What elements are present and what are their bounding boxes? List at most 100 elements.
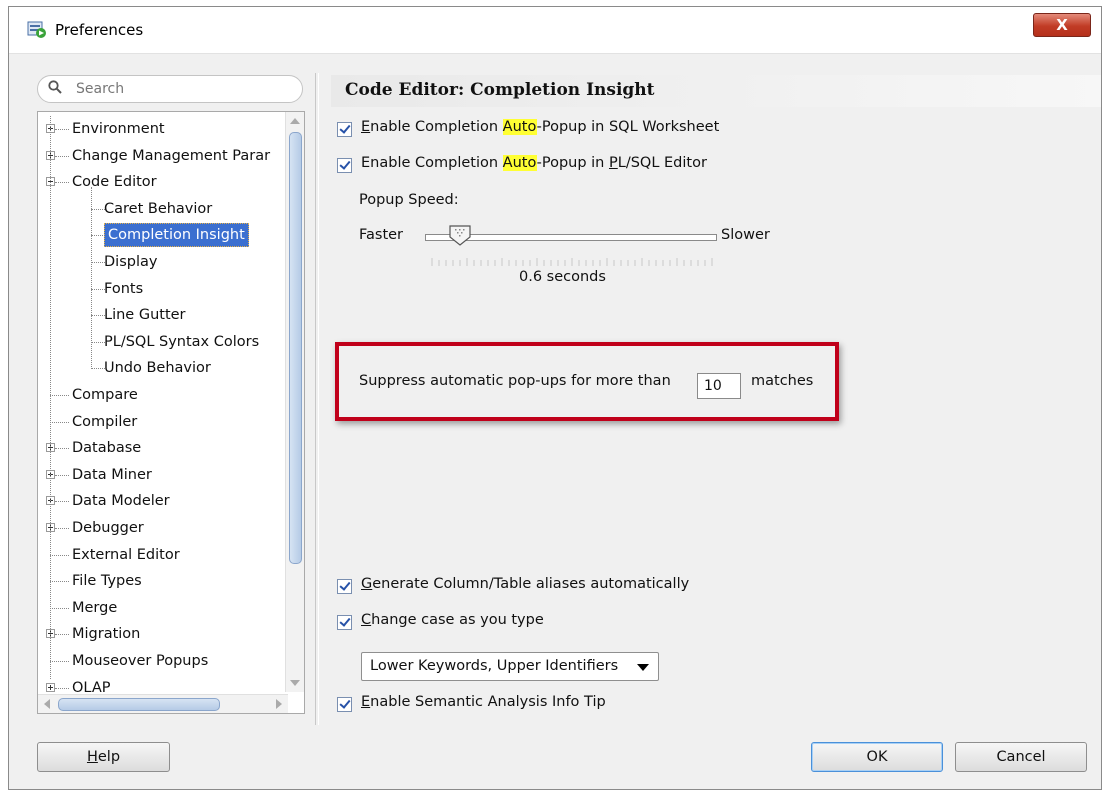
tree-item[interactable]: Completion Insight xyxy=(38,222,288,248)
semantic-analysis-checkbox[interactable] xyxy=(337,697,352,712)
tree-item[interactable]: OLAP xyxy=(38,675,288,692)
auto-popup-sql-worksheet-checkbox[interactable] xyxy=(337,122,352,137)
tree-horizontal-scrollbar[interactable] xyxy=(38,694,288,713)
tree-item-label: Compiler xyxy=(72,413,138,430)
preferences-tree: Environment Change Management Parar Code E… xyxy=(37,111,305,714)
slider-ticks xyxy=(431,258,713,266)
semantic-analysis-label: Enable Semantic Analysis Info Tip xyxy=(361,694,606,710)
tree-guide-line xyxy=(50,116,51,679)
tree-item[interactable]: Line Gutter xyxy=(38,302,288,328)
ok-button[interactable]: OK xyxy=(811,742,943,772)
scroll-left-icon[interactable] xyxy=(44,699,50,709)
tree-item-label: File Types xyxy=(72,573,142,590)
tree-item[interactable]: Code Editor xyxy=(38,169,288,195)
tree-connector xyxy=(50,607,69,609)
expand-icon[interactable] xyxy=(46,682,55,692)
tree-item-label-selected: Completion Insight xyxy=(104,223,249,248)
tree-guide-line xyxy=(91,187,92,370)
tree-item-label: Migration xyxy=(72,626,141,643)
tree-item-label: Data Modeler xyxy=(72,493,170,510)
tree-item[interactable]: File Types xyxy=(38,568,288,594)
pane-divider[interactable] xyxy=(315,73,319,725)
tree-vertical-scrollbar[interactable] xyxy=(285,112,304,692)
tree-connector xyxy=(91,262,105,263)
panel-header: Code Editor: Completion Insight xyxy=(331,75,1101,107)
tree-connector xyxy=(50,554,69,556)
tree-connector xyxy=(50,661,69,662)
auto-popup-plsql-editor-checkbox[interactable] xyxy=(337,158,352,173)
tree-item-label: Fonts xyxy=(104,280,144,297)
tree-connector xyxy=(55,687,69,689)
change-case-checkbox[interactable] xyxy=(337,615,352,630)
tree-item[interactable]: Database xyxy=(38,435,288,461)
tree-connector xyxy=(50,421,69,423)
tree-connector xyxy=(91,315,105,317)
tree-item[interactable]: Caret Behavior xyxy=(38,196,288,222)
help-button[interactable]: Help xyxy=(37,742,170,772)
generate-aliases-checkbox[interactable] xyxy=(337,579,352,594)
tree-item[interactable]: Compiler xyxy=(38,409,288,435)
tree-item[interactable]: Mouseover Popups xyxy=(38,648,288,674)
chevron-down-icon xyxy=(637,664,649,671)
tree-item[interactable]: Data Miner xyxy=(38,462,288,488)
suppress-popups-label: Suppress automatic pop-ups for more than xyxy=(359,373,671,389)
tree-rows: Environment Change Management Parar Code E… xyxy=(38,112,288,692)
tree-connector xyxy=(55,474,69,476)
tree-item-label: PL/SQL Syntax Colors xyxy=(104,333,260,350)
search-icon xyxy=(48,80,62,94)
tree-connector xyxy=(91,208,105,210)
suppress-popups-count-input[interactable]: 10 xyxy=(697,373,741,399)
tree-item-label: Code Editor xyxy=(72,174,157,191)
tree-item[interactable]: Environment xyxy=(38,116,288,142)
tree-item-label: Undo Behavior xyxy=(104,360,211,377)
faster-label: Faster xyxy=(359,227,404,243)
tree-item-label: Debugger xyxy=(72,520,144,536)
tree-item-label: Line Gutter xyxy=(104,307,186,324)
tree-item-label: OLAP xyxy=(72,679,111,692)
tree-connector xyxy=(50,581,69,583)
close-button[interactable]: X xyxy=(1033,13,1091,37)
tree-item[interactable]: External Editor xyxy=(38,542,288,568)
slower-label: Slower xyxy=(721,227,770,243)
vertical-scroll-thumb[interactable] xyxy=(289,132,302,564)
tree-connector xyxy=(55,634,69,636)
tree-item[interactable]: Compare xyxy=(38,382,288,408)
case-mode-dropdown[interactable]: Lower Keywords, Upper Identifiers xyxy=(361,652,659,681)
page-title: Code Editor: Completion Insight xyxy=(345,80,655,100)
tree-connector xyxy=(91,288,105,290)
tree-item[interactable]: PL/SQL Syntax Colors xyxy=(38,329,288,355)
scroll-down-icon[interactable] xyxy=(290,680,300,686)
tree-connector xyxy=(91,341,105,343)
auto-popup-plsql-editor-label: Enable Completion Auto-Popup in PL/SQL E… xyxy=(361,155,707,171)
tree-connector xyxy=(55,129,69,130)
tree-item[interactable]: Merge xyxy=(38,595,288,621)
scroll-up-icon[interactable] xyxy=(290,118,300,124)
tree-item[interactable]: Debugger xyxy=(38,515,288,541)
search-placeholder: Search xyxy=(76,81,125,97)
tree-item[interactable]: Fonts xyxy=(38,276,288,302)
cancel-button[interactable]: Cancel xyxy=(955,742,1087,772)
tree-item[interactable]: Change Management Parar xyxy=(38,143,288,169)
tree-item-label: Environment xyxy=(72,121,165,137)
tree-item[interactable]: Migration xyxy=(38,621,288,647)
tree-item-label: Display xyxy=(104,254,158,270)
tree-connector xyxy=(91,235,105,237)
scroll-right-icon[interactable] xyxy=(276,699,282,709)
generate-aliases-label: Generate Column/Table aliases automatica… xyxy=(361,576,690,592)
matches-label: matches xyxy=(751,373,814,389)
preferences-app-icon xyxy=(27,21,46,38)
tree-item-label: Database xyxy=(72,440,142,457)
preferences-window: Preferences X Search Environment Change M… xyxy=(8,6,1102,790)
popup-speed-label: Popup Speed: xyxy=(359,192,459,208)
tree-item-label: Merge xyxy=(72,599,118,616)
tree-item[interactable]: Undo Behavior xyxy=(38,355,288,381)
tree-item[interactable]: Data Modeler xyxy=(38,488,288,514)
case-mode-selected: Lower Keywords, Upper Identifiers xyxy=(370,658,619,674)
tree-item-label: Compare xyxy=(72,387,138,403)
search-input[interactable]: Search xyxy=(37,75,303,103)
tree-connector xyxy=(91,368,105,370)
horizontal-scroll-thumb[interactable] xyxy=(58,698,220,711)
tree-item[interactable]: Display xyxy=(38,249,288,275)
tree-connector xyxy=(55,448,69,450)
popup-speed-slider-thumb[interactable] xyxy=(448,223,472,247)
